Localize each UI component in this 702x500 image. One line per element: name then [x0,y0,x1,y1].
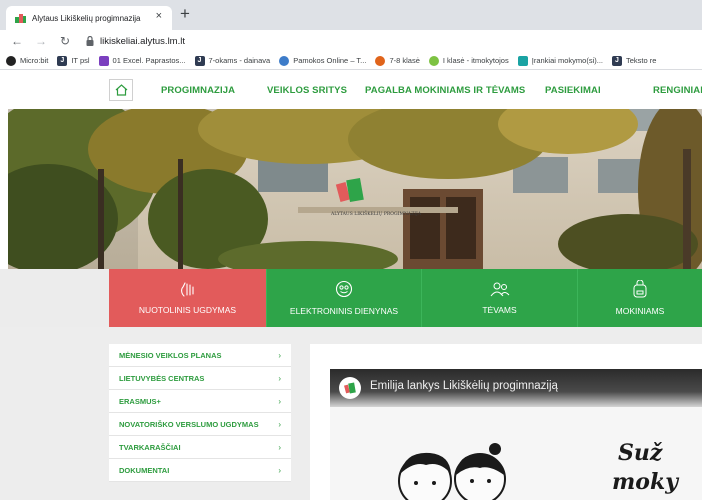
chevron-right-icon: › [278,465,281,475]
bookmark-item[interactable]: 01 Excel. Paprastos... [98,55,186,66]
browser-tabstrip: Alytaus Likiškelių progimnazija × + [0,0,702,30]
forward-arrow-icon[interactable]: → [34,34,48,48]
orange-icon [375,55,386,66]
tab-title: Alytaus Likiškelių progimnazija [32,13,141,23]
video-player[interactable]: Emilija lankys Likiškėlių progimnaziją S… [330,369,702,500]
side-menu-label: MĖNESIO VEIKLOS PLANAS [119,350,222,360]
video-overlay-text-line1: Suž [618,440,663,466]
lock-icon [86,36,94,46]
parents-icon [490,282,509,297]
video-overlay-text-line2: moky [612,469,678,495]
side-menu-item[interactable]: MĖNESIO VEIKLOS PLANAS › [109,344,291,367]
j-icon: J [194,55,205,66]
bookmark-item[interactable]: J Teksto re [612,55,657,66]
bookmark-label: Teksto re [626,56,657,65]
quick-link-label: NUOTOLINIS UGDYMAS [138,305,237,315]
quick-link-tevams[interactable]: TĖVAMS [422,269,578,327]
bookmark-item[interactable]: 7-8 klasė [375,55,420,66]
chevron-right-icon: › [278,350,281,360]
side-menu-item[interactable]: NOVATORIŠKO VERSLUMO UGDYMAS › [109,413,291,436]
quick-link-label: ELEKTRONINIS DIENYNAS [289,306,399,316]
nav-item-renginiai[interactable]: RENGINIAI [653,85,702,96]
site-favicon-icon [15,14,26,23]
video-title[interactable]: Emilija lankys Likiškėlių progimnaziją [370,380,558,392]
quick-link-label: MOKINIAMS [615,306,665,316]
bookmark-item[interactable]: J IT psl [57,55,90,66]
bookmark-label: 01 Excel. Paprastos... [112,56,186,65]
channel-avatar[interactable] [339,377,361,399]
bookmark-label: I klasė - itmokytojos [442,56,509,65]
quick-link-nuotolinis[interactable]: NUOTOLINIS UGDYMAS [109,269,267,327]
tab-close-icon[interactable]: × [156,10,162,22]
nav-item-veiklos-sritys[interactable]: VEIKLOS SRITYS [267,85,347,96]
j-icon: J [57,55,68,66]
teal-icon [517,55,528,66]
reload-icon[interactable]: ↻ [58,34,72,48]
side-menu-label: DOKUMENTAI [119,465,170,475]
new-tab-button[interactable]: + [180,4,190,24]
quick-links-bar: NUOTOLINIS UGDYMAS ELEKTRONINIS DIENYNAS… [0,269,702,327]
home-icon [115,84,127,96]
bookmark-label: Micro:bit [20,56,49,65]
bookmark-label: 7-okams - dainava [208,56,271,65]
quick-link-dienynas[interactable]: ELEKTRONINIS DIENYNAS [267,269,422,327]
bookmark-label: Pamokos Online – T... [293,56,367,65]
side-menu-item[interactable]: LIETUVYBĖS CENTRAS › [109,367,291,390]
smiley-icon [335,280,353,298]
bookmark-item[interactable]: Pamokos Online – T... [279,55,367,66]
excel-icon [98,55,109,66]
content-panel: Emilija lankys Likiškėlių progimnaziją S… [310,344,702,500]
school-logo-icon [344,382,356,394]
nav-item-progimnazija[interactable]: PROGIMNAZIJA [161,85,235,96]
address-bar[interactable]: likiskeliai.alytus.lm.lt [100,36,185,47]
pamokos-icon [279,55,290,66]
side-menu-item[interactable]: ERASMUS+ › [109,390,291,413]
j-icon: J [612,55,622,66]
quick-link-label: TĖVAMS [482,305,517,315]
side-menu-label: LIETUVYBĖS CENTRAS [119,373,205,383]
chevron-right-icon: › [278,373,281,383]
nav-item-pagalba[interactable]: PAGALBA MOKINIAMS IR TĖVAMS [365,85,525,96]
main-content-area: MĖNESIO VEIKLOS PLANAS › LIETUVYBĖS CENTR… [0,327,702,500]
browser-toolbar: ← → ↻ likiskeliai.alytus.lm.lt [0,30,702,52]
chevron-right-icon: › [278,419,281,429]
side-menu: MĖNESIO VEIKLOS PLANAS › LIETUVYBĖS CENTR… [109,344,291,482]
bookmark-item[interactable]: J 7-okams - dainava [194,55,271,66]
backpack-icon [633,280,647,298]
hero-image: ALYTAUS LIKIŠKELIŲ PROGIMNAZIJA [8,109,702,269]
chevron-right-icon: › [278,442,281,452]
bookmark-label: Įrankiai mokymo(si)... [531,56,603,65]
quick-link-mokiniams[interactable]: MOKINIAMS [578,269,702,327]
browser-tab[interactable]: Alytaus Likiškelių progimnazija × [6,6,172,30]
green-icon [428,55,439,66]
back-arrow-icon[interactable]: ← [10,34,24,48]
microbit-icon [6,55,16,66]
side-menu-label: TVARKARAŠČIAI [119,442,181,452]
hand-wave-icon [180,282,194,297]
bookmark-item[interactable]: Micro:bit [6,55,49,66]
bookmarks-bar: Micro:bit J IT psl 01 Excel. Paprastos...… [0,52,702,70]
school-building-photo: ALYTAUS LIKIŠKELIŲ PROGIMNAZIJA [8,109,702,269]
bookmark-item[interactable]: I klasė - itmokytojos [428,55,509,66]
site-navigation: PROGIMNAZIJA VEIKLOS SRITYS PAGALBA MOKI… [0,71,702,109]
side-menu-label: NOVATORIŠKO VERSLUMO UGDYMAS [119,419,259,429]
side-menu-item[interactable]: DOKUMENTAI › [109,459,291,482]
side-menu-item[interactable]: TVARKARAŠČIAI › [109,436,291,459]
chevron-right-icon: › [278,396,281,406]
bookmark-label: 7-8 klasė [389,56,420,65]
home-button[interactable] [109,79,133,101]
nav-item-pasiekimai[interactable]: PASIEKIMAI [545,85,601,96]
bookmark-item[interactable]: Įrankiai mokymo(si)... [517,55,603,66]
side-menu-label: ERASMUS+ [119,396,161,406]
bookmark-label: IT psl [71,56,90,65]
